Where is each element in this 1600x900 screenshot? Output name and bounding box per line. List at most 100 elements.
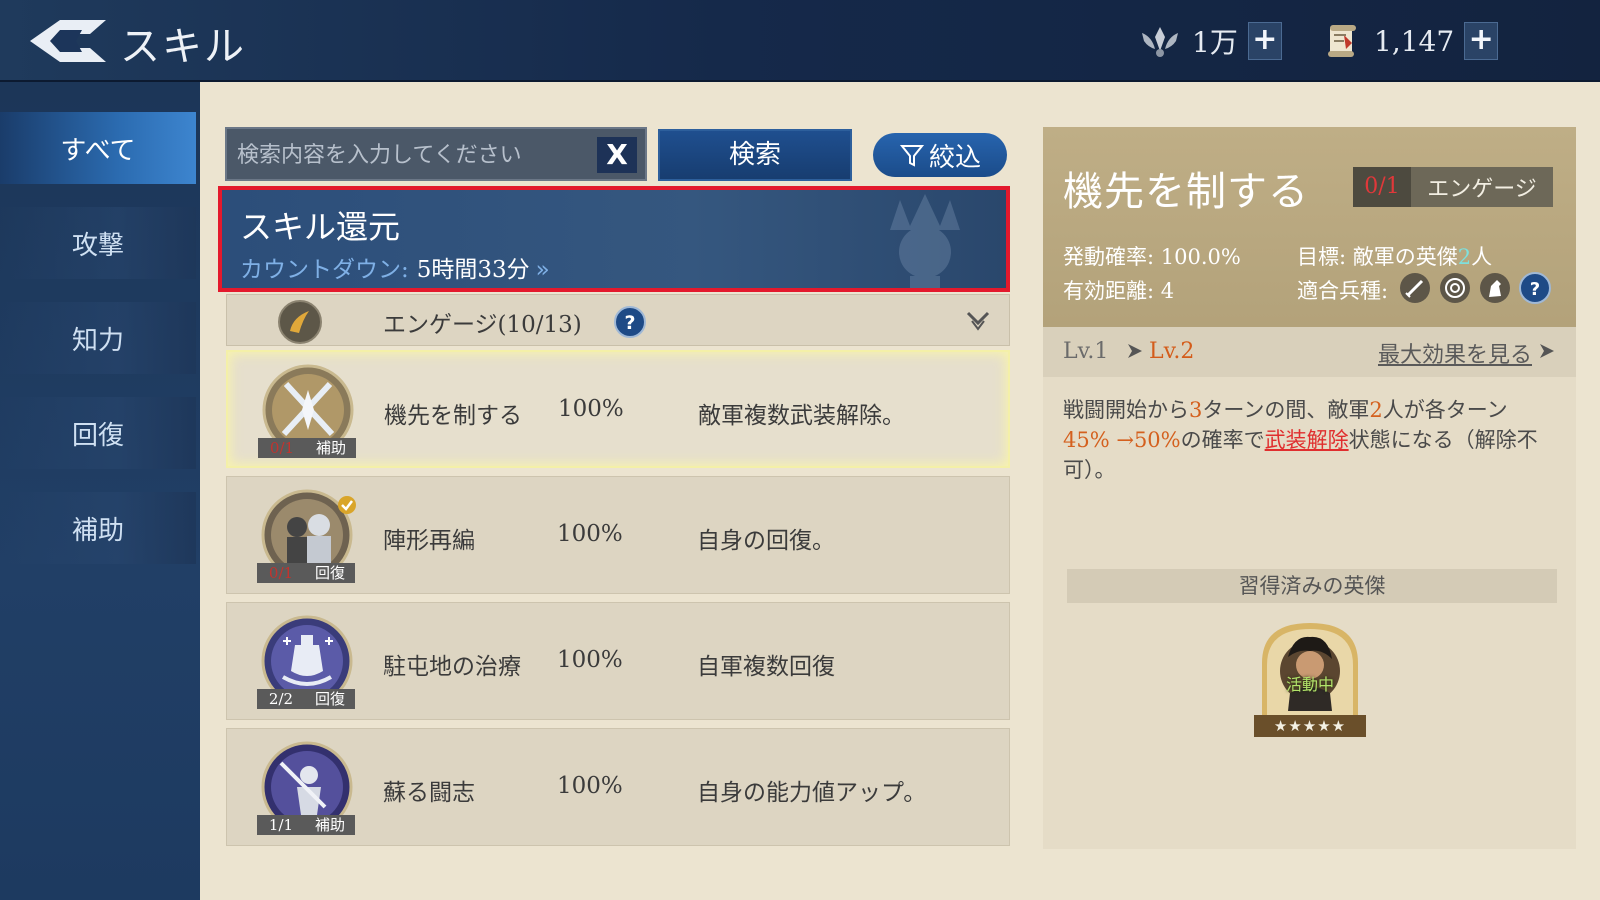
category-label: エンゲージ(10/13)	[383, 312, 582, 338]
skill-type-badge: 回復	[305, 563, 355, 583]
bow-troop-icon[interactable]	[1439, 272, 1471, 304]
skill-row-garrison-treatment[interactable]: 2/2 回復 駐屯地の治療 100% 自軍複数回復	[226, 602, 1010, 720]
target-suffix: 人	[1471, 245, 1493, 269]
crown-wings-icon	[1142, 27, 1178, 57]
skill-name: 駐屯地の治療	[383, 654, 521, 680]
sidebar-item-all[interactable]: すべて	[0, 112, 196, 184]
filter-label: 絞込	[928, 142, 981, 173]
skill-row-reviving-spirit[interactable]: 1/1 補助 蘇る闘志 100% 自身の能力値アップ。	[226, 728, 1010, 846]
sidebar-item-attack[interactable]: 攻撃	[0, 207, 196, 279]
skill-description: 敵軍複数武装解除。	[698, 403, 905, 429]
skill-count: 0/1	[258, 438, 306, 458]
skill-description: 自身の能力値アップ。	[697, 780, 927, 806]
level-next: Lv.2	[1149, 339, 1195, 364]
svg-text:?: ?	[1530, 279, 1540, 300]
skill-name: 陣形再編	[383, 528, 475, 554]
hero-card[interactable]: 活動中 ★★★★★	[1254, 619, 1366, 739]
skill-rate: 100%	[557, 521, 623, 547]
learned-heroes-title: 習得済みの英傑	[1067, 569, 1557, 603]
countdown-label: カウントダウン:	[240, 257, 409, 283]
clear-search-button[interactable]: X	[597, 137, 637, 173]
effective-range: 有効距離: 4	[1063, 275, 1174, 305]
search-input[interactable]	[237, 137, 577, 173]
max-effect-link[interactable]: 最大効果を見る	[1378, 337, 1532, 369]
level-current: Lv.1	[1063, 339, 1109, 364]
scroll-value: 1,147	[1374, 24, 1455, 58]
skill-name: 機先を制する	[384, 403, 522, 429]
scroll-icon	[1328, 25, 1356, 57]
double-chevron-icon: »	[535, 257, 550, 283]
search-box: X	[225, 127, 647, 181]
engage-count: 0/1	[1353, 167, 1411, 207]
add-scrolls-button[interactable]: +	[1464, 22, 1499, 60]
resource-currency: 1万 +	[1140, 20, 1282, 62]
target-label: 目標:	[1297, 245, 1347, 269]
hero-stars: ★★★★★	[1254, 715, 1366, 737]
resource-scrolls: 1,147 +	[1322, 20, 1499, 62]
sword-troop-icon[interactable]	[1399, 272, 1431, 304]
skill-description: 自軍複数回復	[697, 654, 835, 680]
svg-text:?: ?	[624, 312, 635, 334]
back-arrow-icon[interactable]	[26, 16, 110, 66]
skill-count: 2/2	[257, 689, 305, 709]
desc-part: の確率で	[1180, 428, 1265, 452]
skill-name: 蘇る闘志	[383, 780, 475, 806]
activation-value: 100.0%	[1160, 245, 1241, 269]
sidebar-item-recovery[interactable]: 回復	[0, 397, 196, 469]
troop-types-label: 適合兵種:	[1297, 279, 1389, 303]
check-badge-icon	[338, 496, 356, 514]
engage-category-header[interactable]: エンゲージ(10/13) ?	[226, 294, 1010, 346]
skill-row-formation-reform[interactable]: 0/1 回復 陣形再編 100% 自身の回復。	[226, 476, 1010, 594]
top-bar: スキル 1万 + 1,147 +	[0, 0, 1600, 82]
target: 目標: 敵軍の英傑2人	[1297, 241, 1492, 271]
help-icon[interactable]: ?	[613, 305, 647, 339]
engage-label: エンゲージ	[1427, 177, 1537, 202]
skill-row-preemptive-strike[interactable]: 0/1 補助 機先を制する 100% 敵軍複数武装解除。	[226, 350, 1010, 468]
skill-refund-banner[interactable]: スキル還元 カウントダウン: 5時間33分»	[218, 186, 1010, 292]
category-sidebar: すべて 攻撃 知力 回復 補助	[0, 82, 200, 900]
skill-count: 1/1	[257, 815, 305, 835]
desc-part: ターンの間、敵軍	[1202, 398, 1370, 422]
search-button[interactable]: 検索	[658, 129, 852, 181]
filter-button[interactable]: 絞込	[873, 133, 1007, 177]
arrow-right-icon	[1540, 344, 1554, 358]
skill-rate: 100%	[557, 647, 623, 673]
banner-title: スキル還元	[240, 208, 401, 246]
range-value: 4	[1160, 279, 1175, 303]
desc-part-highlight: 45% →50%	[1063, 428, 1181, 452]
currency-value: 1万	[1192, 26, 1238, 59]
filter-icon	[899, 145, 925, 167]
arrow-right-icon	[1128, 344, 1142, 358]
target-count: 2	[1457, 245, 1472, 269]
desc-part-highlight: 2	[1369, 398, 1383, 422]
skill-rate: 100%	[557, 773, 623, 799]
countdown-value: 5時間33分	[416, 257, 530, 283]
desc-part: 戦闘開始から	[1063, 398, 1189, 422]
skill-type-badge: 補助	[305, 815, 355, 835]
activation-label: 発動確率:	[1063, 245, 1155, 269]
desc-part-highlight: 3	[1189, 398, 1203, 422]
skill-effect-description: 戦闘開始から3ターンの間、敵軍2人が各ターン45% →50%の確率で武装解除状態…	[1063, 395, 1543, 485]
range-label: 有効距離:	[1063, 279, 1155, 303]
skill-detail-panel: 機先を制する 0/1 エンゲージ 発動確率: 100.0% 目標: 敵軍の英傑2…	[1043, 127, 1576, 849]
engage-badge: 0/1 エンゲージ	[1353, 167, 1553, 207]
statue-art-icon	[890, 194, 960, 288]
activation-rate: 発動確率: 100.0%	[1063, 241, 1241, 271]
hero-status: 活動中	[1285, 675, 1334, 694]
add-currency-button[interactable]: +	[1247, 22, 1282, 60]
sidebar-item-intellect[interactable]: 知力	[0, 302, 196, 374]
skill-description: 自身の回復。	[697, 528, 835, 554]
sidebar-item-support[interactable]: 補助	[0, 492, 196, 564]
desc-part: 人が各ターン	[1382, 398, 1508, 422]
help-icon[interactable]: ?	[1519, 272, 1551, 304]
banner-countdown: カウントダウン: 5時間33分»	[240, 250, 550, 284]
skill-type-badge: 補助	[306, 438, 356, 458]
cavalry-troop-icon[interactable]	[1479, 272, 1511, 304]
skill-rate: 100%	[558, 396, 624, 422]
skill-type-badge: 回復	[305, 689, 355, 709]
page-title: スキル	[120, 24, 246, 70]
disarm-status-link[interactable]: 武装解除	[1265, 428, 1349, 452]
skill-count: 0/1	[257, 563, 305, 583]
detail-title: 機先を制する	[1063, 169, 1309, 215]
collapse-chevron-icon[interactable]	[965, 309, 991, 333]
